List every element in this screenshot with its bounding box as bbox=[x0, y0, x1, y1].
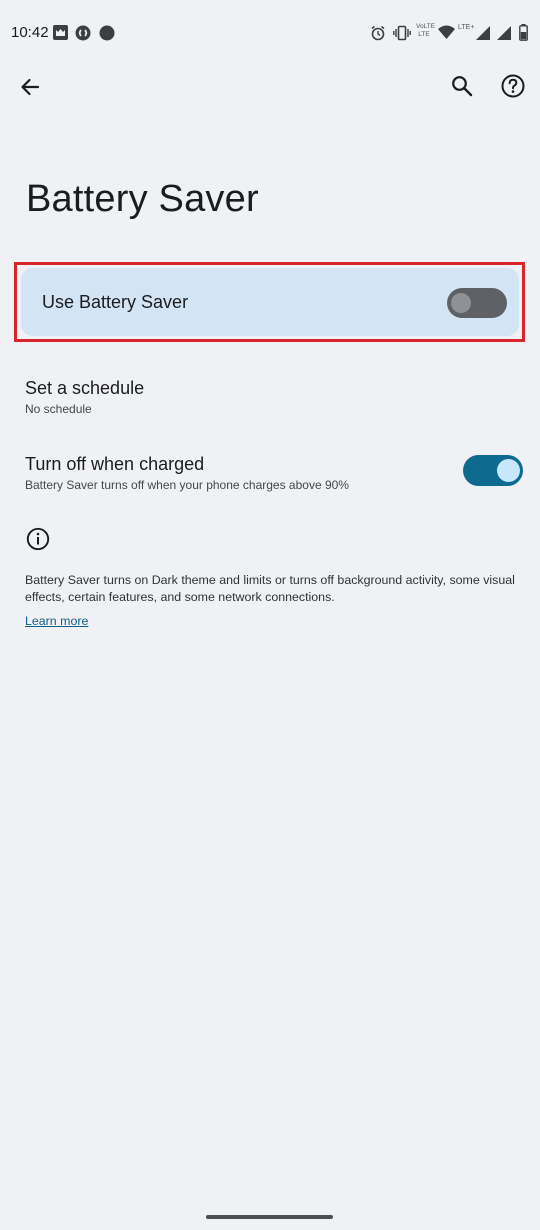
status-time: 10:42 bbox=[11, 24, 49, 41]
battery-icon bbox=[519, 24, 528, 46]
wifi-icon bbox=[438, 25, 455, 44]
lte-plus-label: LTE+ bbox=[458, 24, 475, 31]
help-icon bbox=[501, 74, 525, 98]
toggle-thumb bbox=[497, 459, 520, 482]
main-switch-bar[interactable]: Use Battery Saver bbox=[21, 268, 519, 336]
status-bar: 10:42 VoLTE LTE LTE+ bbox=[0, 0, 540, 66]
signal-icon-2 bbox=[497, 26, 511, 45]
shazam-icon bbox=[75, 25, 91, 46]
turn-off-when-charged-preference[interactable]: Turn off when charged Battery Saver turn… bbox=[0, 442, 540, 500]
notification-dot-icon bbox=[99, 25, 115, 46]
search-button[interactable] bbox=[438, 62, 486, 110]
search-icon bbox=[452, 76, 473, 97]
back-button[interactable] bbox=[6, 63, 54, 111]
footer-description: Battery Saver turns on Dark theme and li… bbox=[25, 573, 515, 604]
turn-off-when-charged-title: Turn off when charged bbox=[25, 454, 205, 474]
schedule-preference[interactable]: Set a schedule No schedule bbox=[0, 366, 540, 424]
turn-off-when-charged-toggle[interactable] bbox=[463, 455, 523, 486]
volte-label-top: VoLTE bbox=[416, 23, 436, 30]
schedule-summary: No schedule bbox=[25, 402, 92, 416]
vibrate-icon bbox=[393, 25, 411, 46]
signal-icon bbox=[476, 26, 490, 45]
arrow-back-icon bbox=[21, 78, 40, 96]
toggle-thumb bbox=[451, 293, 471, 313]
battery-saver-toggle[interactable] bbox=[447, 288, 507, 318]
gesture-nav-handle[interactable] bbox=[206, 1215, 333, 1219]
learn-more-link[interactable]: Learn more bbox=[25, 614, 88, 628]
volte-label-bottom: LTE bbox=[418, 31, 430, 38]
schedule-title: Set a schedule bbox=[25, 378, 145, 398]
info-icon bbox=[26, 527, 50, 556]
volte-icon: VoLTE LTE bbox=[416, 23, 436, 39]
page-title: Battery Saver bbox=[26, 178, 259, 220]
alarm-icon bbox=[370, 25, 386, 46]
help-button[interactable] bbox=[489, 62, 537, 110]
turn-off-when-charged-summary: Battery Saver turns off when your phone … bbox=[25, 478, 349, 492]
mcafee-icon bbox=[53, 25, 68, 45]
main-switch-label: Use Battery Saver bbox=[42, 292, 189, 312]
